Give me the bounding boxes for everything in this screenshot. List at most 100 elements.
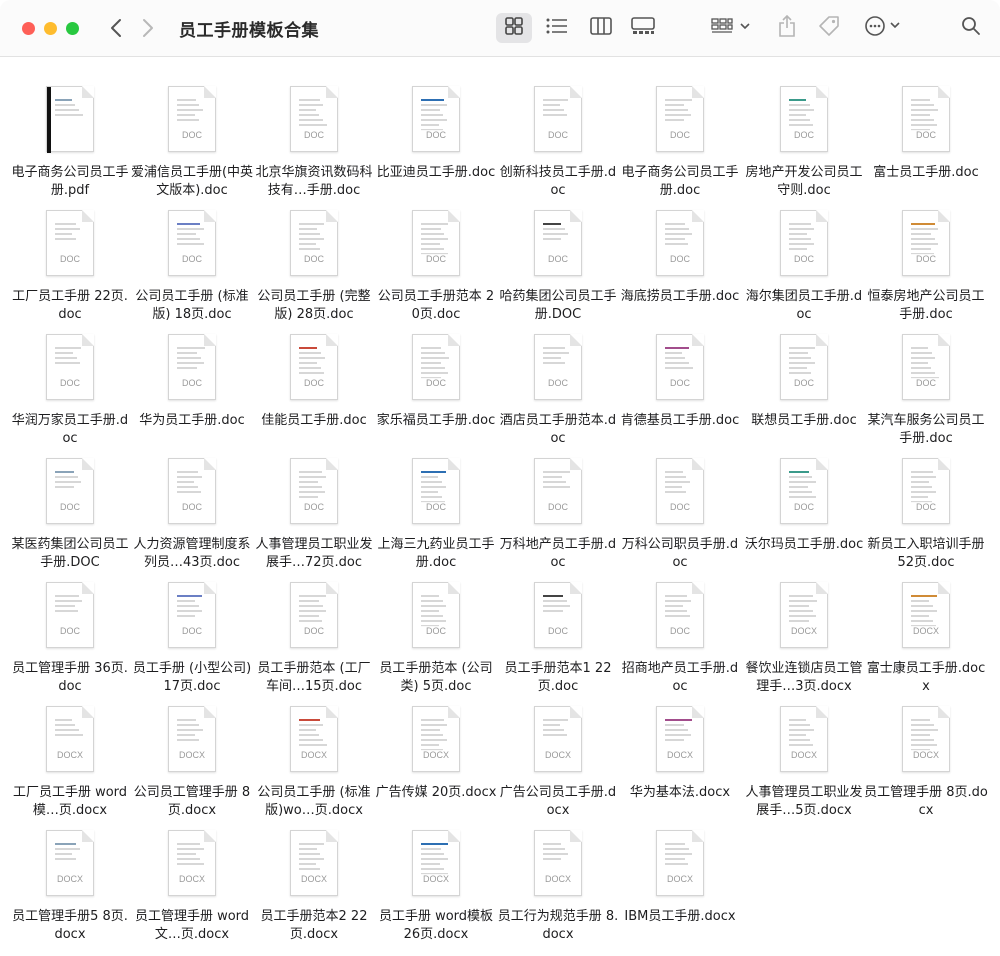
file-item[interactable]: DOC 电子商务公司员工手册.doc (618, 68, 742, 198)
file-item[interactable]: DOC 员工管理手册 36页.doc (8, 564, 132, 694)
text-lines (789, 223, 817, 253)
file-item[interactable]: DOC 海尔集团员工手册.doc (742, 192, 866, 322)
document-file-icon: DOCX (168, 830, 216, 896)
file-type-label: DOCX (169, 874, 215, 884)
icon-view-button[interactable] (496, 13, 532, 43)
file-item[interactable]: DOC 比亚迪员工手册.doc (374, 68, 498, 192)
file-item[interactable]: DOCX 广告传媒 20页.docx (374, 688, 498, 812)
close-window-button[interactable] (22, 21, 35, 35)
file-item[interactable]: DOC 华润万家员工手册.doc (8, 316, 132, 446)
file-item[interactable]: DOCX 公司员工管理手册 8页.docx (130, 688, 254, 818)
page-fold (448, 582, 460, 594)
chevron-left-icon[interactable] (109, 18, 123, 38)
file-item[interactable]: DOC 酒店员工手册范本.doc (496, 316, 620, 446)
file-item[interactable]: DOCX 员工管理手册 word文…页.docx (130, 812, 254, 942)
file-item[interactable]: DOC 某汽车服务公司员工手册.doc (864, 316, 988, 446)
file-item[interactable]: DOC 联想员工手册.doc (742, 316, 866, 440)
chevron-right-icon[interactable] (141, 18, 155, 38)
search-icon (961, 16, 981, 40)
group-by-button[interactable] (710, 13, 754, 43)
file-type-label: DOCX (169, 750, 215, 760)
file-item[interactable]: DOC 万科地产员工手册.doc (496, 440, 620, 570)
file-name: 员工管理手册5 8页.docx (12, 909, 128, 942)
text-lines (543, 595, 571, 615)
page-fold (692, 86, 704, 98)
file-type-label: DOCX (657, 874, 703, 884)
page-fold (326, 86, 338, 98)
file-item[interactable]: DOC 北京华旗资讯数码科技有…手册.doc (252, 68, 376, 198)
file-item[interactable]: 电子商务公司员工手册.pdf (8, 68, 132, 198)
gallery-view-button[interactable] (628, 13, 658, 43)
text-lines (911, 347, 939, 382)
file-item[interactable]: DOC 哈药集团公司员工手册.DOC (496, 192, 620, 322)
file-item[interactable]: DOCX 员工行为规范手册 8.docx (496, 812, 620, 942)
text-lines (911, 471, 939, 506)
file-name: 海底捞员工手册.doc (620, 289, 740, 304)
file-item[interactable]: DOCX 华为基本法.docx (618, 688, 742, 812)
file-item[interactable]: DOC 员工手册范本 (公司类) 5页.doc (374, 564, 498, 694)
finder-window: 员工手册模板合集 电子商务公司员工手册.pdf DOC 爱浦信员工手册(中英文版… (0, 0, 1000, 956)
file-item[interactable]: DOC 员工手册 (小型公司) 17页.doc (130, 564, 254, 694)
more-actions-button[interactable] (862, 13, 906, 43)
file-item[interactable]: DOCX 餐饮业连锁店员工管理手…3页.docx (742, 564, 866, 694)
page-fold (938, 210, 950, 222)
file-item[interactable]: DOC 招商地产员工手册.doc (618, 564, 742, 694)
file-item[interactable]: DOC 家乐福员工手册.doc (374, 316, 498, 440)
file-item[interactable]: DOC 房地产开发公司员工守则.doc (742, 68, 866, 198)
text-lines (665, 471, 693, 496)
file-item[interactable]: DOC 创新科技员工手册.doc (496, 68, 620, 198)
file-item[interactable]: DOC 恒泰房地产公司员工手册.doc (864, 192, 988, 322)
file-item[interactable]: DOCX 员工管理手册5 8页.docx (8, 812, 132, 942)
file-item[interactable]: DOC 海底捞员工手册.doc (618, 192, 742, 316)
file-item[interactable]: DOC 万科公司职员手册.doc (618, 440, 742, 570)
file-item[interactable]: DOC 员工手册范本 (工厂车间…15页.doc (252, 564, 376, 694)
file-item[interactable]: DOC 公司员工手册范本 20页.doc (374, 192, 498, 322)
page-fold (692, 210, 704, 222)
search-button[interactable] (956, 13, 986, 43)
file-item[interactable]: DOC 爱浦信员工手册(中英文版本).doc (130, 68, 254, 198)
file-item[interactable]: DOC 员工手册范本1 22页.doc (496, 564, 620, 694)
file-item[interactable]: DOCX 富士康员工手册.docx (864, 564, 988, 694)
file-item[interactable]: DOC 工厂员工手册 22页.doc (8, 192, 132, 322)
file-item[interactable]: DOCX 人事管理员工职业发展手…5页.docx (742, 688, 866, 818)
file-item[interactable]: DOC 新员工入职培训手册 52页.doc (864, 440, 988, 570)
file-item[interactable]: DOC 上海三九药业员工手册.doc (374, 440, 498, 570)
file-item[interactable]: DOCX 工厂员工手册 word模…页.docx (8, 688, 132, 818)
document-file-icon: DOCX (412, 830, 460, 896)
document-page-preview: DOC (780, 86, 828, 152)
file-name: 富士员工手册.doc (873, 165, 979, 180)
file-item[interactable]: DOCX 公司员工手册 (标准版)wo…页.docx (252, 688, 376, 818)
file-item[interactable]: DOC 沃尔玛员工手册.doc (742, 440, 866, 564)
file-item[interactable]: DOC 公司员工手册 (标准版) 18页.doc (130, 192, 254, 322)
column-view-button[interactable] (586, 13, 616, 43)
file-item[interactable]: DOC 佳能员工手册.doc (252, 316, 376, 440)
file-item[interactable]: DOCX 员工手册范本2 22页.docx (252, 812, 376, 942)
zoom-window-button[interactable] (66, 21, 79, 35)
list-view-button[interactable] (542, 13, 572, 43)
file-item[interactable]: DOC 某医药集团公司员工手册.DOC (8, 440, 132, 570)
page-fold (82, 334, 94, 346)
file-item[interactable]: DOC 肯德基员工手册.doc (618, 316, 742, 440)
file-item[interactable]: DOC 富士员工手册.doc (864, 68, 988, 192)
traffic-lights (22, 21, 79, 35)
share-button[interactable] (772, 13, 802, 43)
tag-button[interactable] (814, 13, 844, 43)
file-item[interactable]: DOCX 广告公司员工手册.docx (496, 688, 620, 818)
page-fold (204, 210, 216, 222)
file-type-label: DOCX (413, 874, 459, 884)
file-name: 员工手册 word模板 26页.docx (378, 909, 494, 942)
document-page-preview: DOCX (168, 830, 216, 896)
document-page-preview: DOC (168, 458, 216, 524)
file-item[interactable]: DOC 人力资源管理制度系列员…43页.doc (130, 440, 254, 570)
file-type-label: DOC (535, 378, 581, 388)
file-item[interactable]: DOCX IBM员工手册.docx (618, 812, 742, 936)
document-file-icon: DOCX (780, 582, 828, 648)
pdf-binding-edge (47, 87, 51, 153)
file-item[interactable]: DOCX 员工手册 word模板 26页.docx (374, 812, 498, 942)
minimize-window-button[interactable] (44, 21, 57, 35)
file-item[interactable]: DOC 华为员工手册.doc (130, 316, 254, 440)
file-item[interactable]: DOC 公司员工手册 (完整版) 28页.doc (252, 192, 376, 322)
file-item[interactable]: DOC 人事管理员工职业发展手…72页.doc (252, 440, 376, 570)
file-type-label: DOC (903, 502, 949, 512)
file-item[interactable]: DOCX 员工管理手册 8页.docx (864, 688, 988, 818)
